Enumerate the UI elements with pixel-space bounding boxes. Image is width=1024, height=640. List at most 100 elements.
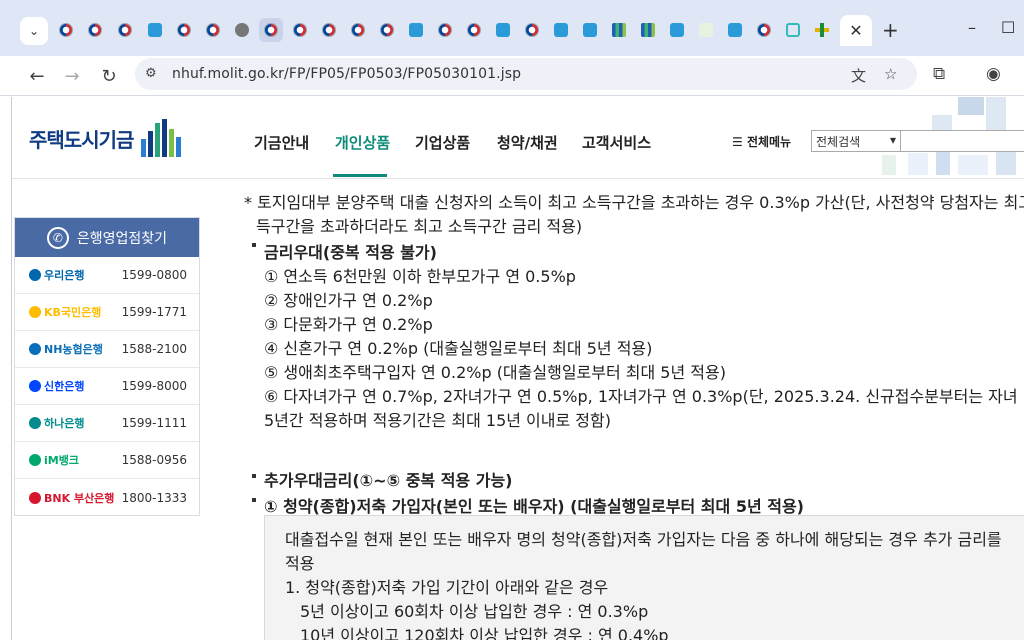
- note-line: * 토지임대부 분양주택 대출 신청자의 소득이 최고 소득구간을 초과하는 경…: [244, 193, 1024, 212]
- bullet-square: [252, 243, 256, 247]
- gnb-item-business-products[interactable]: 기업상품: [415, 132, 470, 153]
- bank-name: 우리은행: [44, 269, 85, 282]
- browser-tab[interactable]: [551, 20, 571, 40]
- bookmark-star-icon[interactable]: ☆: [884, 65, 897, 83]
- bullet-square: [252, 498, 256, 502]
- active-tab-close-button[interactable]: ✕: [840, 15, 872, 46]
- browser-tab[interactable]: [580, 20, 600, 40]
- bank-phone: 1588-2100: [121, 342, 187, 356]
- browser-tab[interactable]: [812, 20, 832, 40]
- hug-site-icon: [409, 23, 423, 37]
- browser-tab[interactable]: [290, 20, 310, 40]
- bank-name: NH농협은행: [44, 343, 103, 356]
- korea-flag-icon: [380, 23, 394, 37]
- browser-tab[interactable]: [145, 20, 165, 40]
- profile-icon[interactable]: ◉: [986, 64, 1001, 84]
- bank-row[interactable]: NH농협은행 1588-2100: [15, 331, 199, 368]
- bank-row[interactable]: 신한은행 1599-8000: [15, 368, 199, 405]
- bank-logo-icon: [29, 343, 41, 355]
- bank-logo-icon: [29, 417, 41, 429]
- lh-site-icon: [699, 23, 713, 37]
- bank-phone: 1800-1333: [121, 490, 187, 505]
- browser-tab[interactable]: [696, 20, 716, 40]
- extensions-icon[interactable]: ⧉: [933, 64, 945, 84]
- gnb-item-fund-info[interactable]: 기금안내: [254, 132, 309, 153]
- browser-tab[interactable]: [667, 20, 687, 40]
- browser-tab[interactable]: [783, 20, 803, 40]
- browser-tab[interactable]: [754, 20, 774, 40]
- translate-icon[interactable]: 文: [851, 65, 866, 86]
- new-tab-button[interactable]: +: [882, 18, 899, 42]
- browser-tab[interactable]: [232, 20, 252, 40]
- discount-item: ① 연소득 6천만원 이하 한부모가구 연 0.5%p: [264, 267, 576, 286]
- browser-tab[interactable]: [85, 20, 105, 40]
- bank-name: BNK 부산은행: [44, 491, 115, 505]
- browser-tab[interactable]: [259, 18, 283, 42]
- condition-box-line: 1. 청약(종합)저축 가입 기간이 아래와 같은 경우: [285, 578, 609, 597]
- gnb-item-personal-products[interactable]: 개인상품: [335, 132, 390, 153]
- search-scope-select[interactable]: 전체검색: [811, 130, 901, 152]
- browser-tab[interactable]: [493, 20, 513, 40]
- browser-tab[interactable]: [56, 20, 76, 40]
- bank-logo-icon: [29, 454, 41, 466]
- condition-box-line: 대출접수일 현재 본인 또는 배우자 명의 청약(종합)저축 가입자는 다음 중…: [285, 530, 1002, 549]
- bank-row[interactable]: BNK 부산은행 1800-1333: [15, 479, 199, 516]
- header-decoration: [936, 149, 950, 175]
- bank-list: 우리은행 1599-0800 KB국민은행 1599-1771 NH농협은행 1588-2…: [15, 257, 199, 516]
- browser-tab[interactable]: [435, 20, 455, 40]
- bank-phone: 1599-0800: [121, 268, 187, 282]
- browser-tab[interactable]: [115, 20, 135, 40]
- logo-mark-icon: [139, 119, 185, 157]
- plus-site-icon: [815, 23, 829, 37]
- browser-tab[interactable]: [522, 20, 542, 40]
- search-input[interactable]: [901, 130, 1024, 152]
- all-menu-label: 전체메뉴: [746, 135, 792, 149]
- site-logo[interactable]: 주택도시기금: [29, 119, 185, 157]
- tab-search-button[interactable]: ⌄: [20, 17, 48, 45]
- discount-item: ⑥ 다자녀가구 연 0.7%p, 2자녀가구 연 0.5%p, 1자녀가구 연 …: [264, 387, 1024, 406]
- browser-tab[interactable]: [348, 20, 368, 40]
- minimize-button[interactable]: –: [968, 18, 976, 37]
- hug-site-icon: [583, 23, 597, 37]
- back-button[interactable]: ←: [25, 64, 49, 88]
- browser-tab[interactable]: [203, 20, 223, 40]
- url-text[interactable]: nhuf.molit.go.kr/FP/FP05/FP0503/FP050301…: [172, 66, 521, 82]
- browser-tab[interactable]: [319, 20, 339, 40]
- korea-flag-icon: [322, 23, 336, 37]
- site-info-icon[interactable]: ⚙: [145, 66, 157, 81]
- reload-button[interactable]: ↻: [97, 64, 121, 88]
- browser-tab[interactable]: [464, 20, 484, 40]
- korea-flag-icon: [293, 23, 307, 37]
- browser-tab[interactable]: [638, 20, 658, 40]
- browser-tab[interactable]: [609, 20, 629, 40]
- bank-row[interactable]: 하나은행 1599-1111: [15, 405, 199, 442]
- browser-tab[interactable]: [174, 20, 194, 40]
- korea-flag-icon: [118, 23, 132, 37]
- bank-row[interactable]: KB국민은행 1599-1771: [15, 294, 199, 331]
- house-icon: [786, 23, 800, 37]
- logo-text: 주택도시기금: [29, 127, 134, 152]
- bank-finder-header[interactable]: ✆ 은행영업점찾기: [15, 218, 199, 257]
- korea-flag-icon: [757, 23, 771, 37]
- korea-flag-icon: [438, 23, 452, 37]
- address-bar[interactable]: ⚙ nhuf.molit.go.kr/FP/FP05/FP0503/FP0503…: [135, 58, 917, 90]
- browser-tab[interactable]: [406, 20, 426, 40]
- browser-tab[interactable]: [377, 20, 397, 40]
- bank-row[interactable]: iM뱅크 1588-0956: [15, 442, 199, 479]
- bank-logo: 하나은행: [29, 415, 84, 431]
- maximize-button[interactable]: ☐: [1001, 18, 1015, 37]
- bank-name: 하나은행: [44, 417, 85, 430]
- arrow-left-icon: ←: [29, 65, 45, 87]
- forward-button[interactable]: →: [60, 64, 84, 88]
- condition-box-line: 적용: [285, 554, 315, 573]
- hug-site-icon: [496, 23, 510, 37]
- hug-site-icon: [670, 23, 684, 37]
- bank-row[interactable]: 우리은행 1599-0800: [15, 257, 199, 294]
- gnb-item-subscription-bonds[interactable]: 청약/채권: [497, 132, 558, 153]
- globe-icon: [235, 23, 249, 37]
- browser-tab[interactable]: [725, 20, 745, 40]
- bank-finder-title: 은행영업점찾기: [76, 230, 168, 247]
- all-menu-button[interactable]: ☰ 전체메뉴: [732, 133, 791, 150]
- bank-logo: 우리은행: [29, 267, 84, 283]
- gnb-item-customer-service[interactable]: 고객서비스: [582, 132, 651, 153]
